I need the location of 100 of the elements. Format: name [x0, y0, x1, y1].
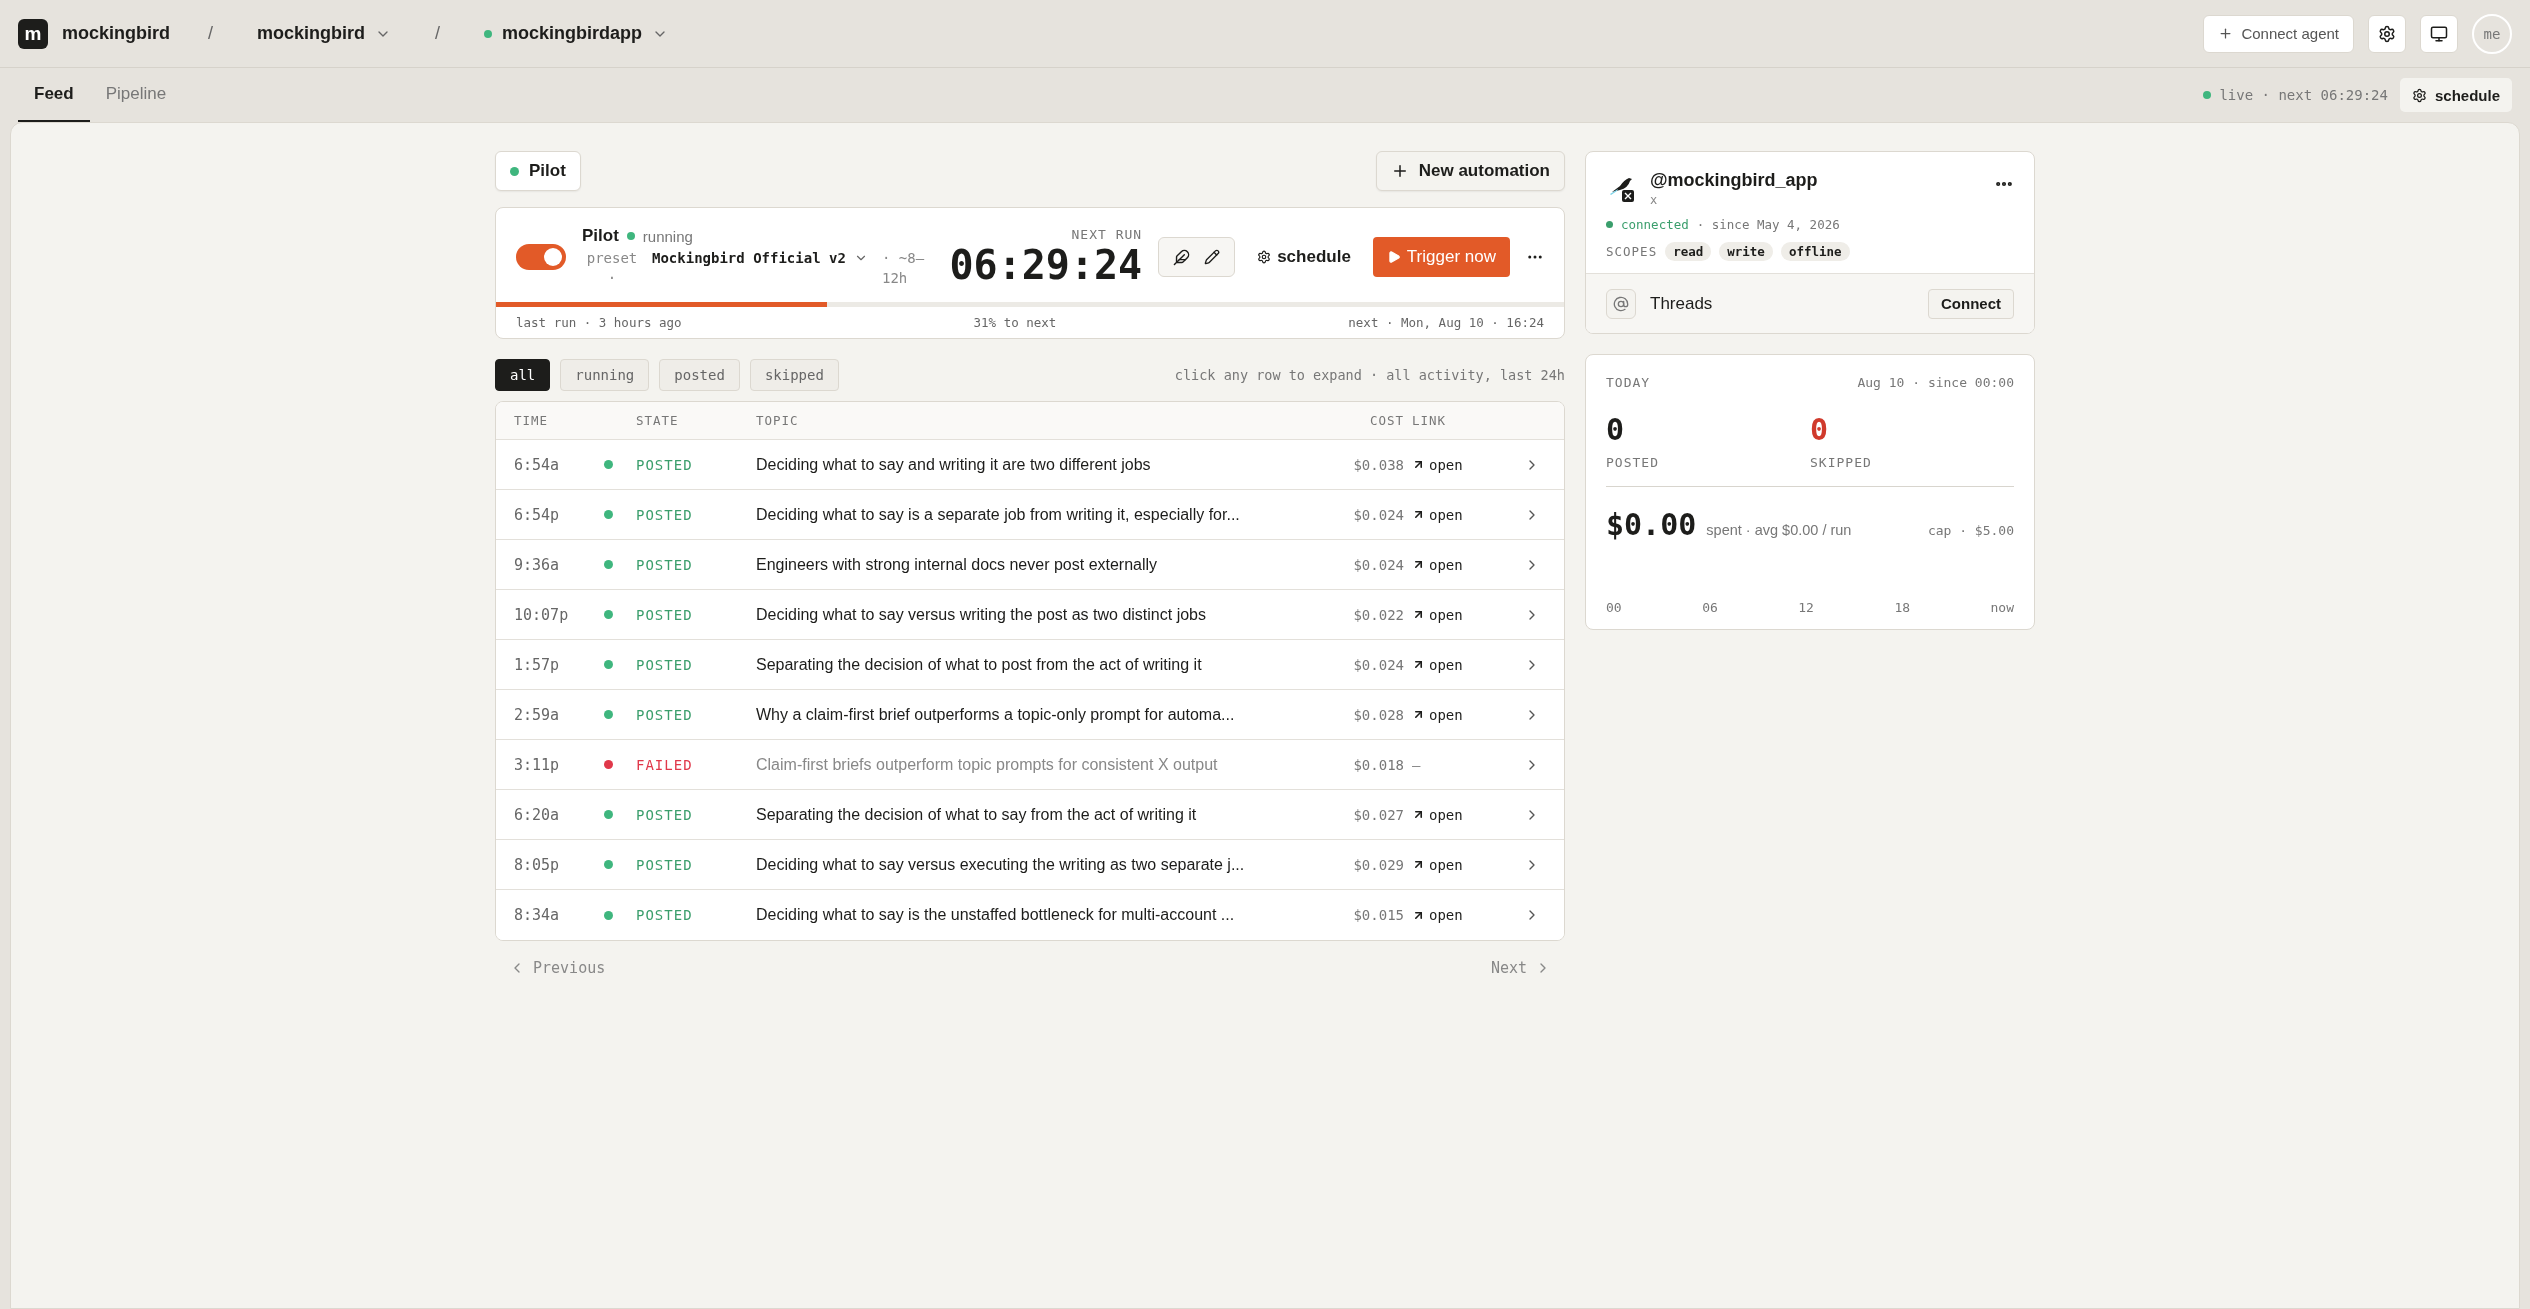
- monitor-icon: [2430, 24, 2448, 43]
- time-cell-text: 10:07p: [514, 605, 570, 624]
- app-logo[interactable]: m: [18, 18, 48, 49]
- topic-cell[interactable]: Deciding what to say versus writing the post as two distinct jobs: [756, 605, 1330, 624]
- state-cell-text: POSTED: [636, 606, 694, 623]
- network-label: x: [1650, 193, 1659, 207]
- connect-agent-button[interactable]: Connect agent: [2203, 14, 2354, 53]
- time-cell-text: 3:11p: [514, 755, 561, 774]
- state-cell-text: POSTED: [636, 856, 694, 873]
- interval-text: · ~8–12h: [882, 249, 926, 288]
- cost-cell: $0.028: [1353, 706, 1404, 723]
- axis-label: 18: [1894, 600, 1911, 615]
- filter-chip[interactable]: running: [560, 359, 650, 391]
- preset-selector[interactable]: Mockingbird Official v2: [652, 248, 872, 268]
- scope-tag: read: [1665, 242, 1712, 261]
- time-cell-text: 6:20a: [514, 805, 561, 824]
- play-icon: [1386, 250, 1401, 264]
- cost-cell: $0.024: [1353, 656, 1404, 673]
- open-link[interactable]: open: [1412, 606, 1463, 623]
- topic-cell[interactable]: Separating the decision of what to say from the act of writing it: [756, 805, 1330, 824]
- topic-cell[interactable]: Engineers with strong internal docs never post externally: [756, 555, 1330, 574]
- filter-chip[interactable]: posted: [659, 359, 740, 391]
- open-link[interactable]: open: [1412, 556, 1463, 573]
- cost-cell: $0.015: [1353, 907, 1404, 923]
- open-link[interactable]: open: [1412, 456, 1463, 473]
- topic-cell[interactable]: Why a claim-first brief outperforms a topic-only prompt for automa...: [756, 705, 1330, 724]
- column-header: TOPIC: [756, 413, 800, 428]
- filter-chip[interactable]: skipped: [749, 359, 839, 391]
- org-selector[interactable]: mockingbird: [251, 23, 398, 44]
- state-cell-text: POSTED: [636, 806, 694, 823]
- next-run-label: NEXT RUN: [1071, 226, 1143, 242]
- last-run-text: last run · 3 hours ago: [516, 315, 682, 330]
- breadcrumb-separator: /: [435, 23, 441, 44]
- open-link[interactable]: open: [1412, 706, 1463, 723]
- axis-label: 00: [1606, 600, 1622, 615]
- arrow-up-right-icon: [1412, 508, 1425, 521]
- time-cell-text: 2:59a: [514, 705, 561, 724]
- scope-tag: offline: [1780, 242, 1850, 261]
- schedule-button[interactable]: schedule: [2399, 78, 2512, 112]
- axis-label: 12: [1798, 600, 1814, 615]
- connected-since: · since May 4, 2026: [1696, 217, 1840, 232]
- feather-icon[interactable]: [1173, 248, 1191, 266]
- time-cell-text: 6:54a: [514, 455, 561, 474]
- column-header: STATE: [636, 413, 680, 428]
- edit-icon[interactable]: [1204, 249, 1221, 265]
- axis-label: now: [1990, 600, 2014, 615]
- nav-tab[interactable]: Pipeline: [89, 68, 183, 122]
- cost-cell: $0.027: [1353, 806, 1404, 823]
- cost-cell: $0.022: [1353, 606, 1404, 623]
- open-link[interactable]: open: [1412, 656, 1463, 673]
- time-cell-text: 9:36a: [514, 555, 561, 574]
- time-cell-text: 1:57p: [514, 655, 561, 674]
- topic-cell[interactable]: Claim-first briefs outperform topic prompts for consistent X output: [756, 755, 1330, 774]
- automation-status: running: [642, 227, 693, 245]
- automation-name: Pilot: [582, 226, 619, 246]
- state-cell-text: POSTED: [636, 456, 694, 473]
- topic-cell[interactable]: Deciding what to say and writing it are two different jobs: [756, 455, 1330, 474]
- topic-cell[interactable]: Deciding what to say is a separate job from writing it, especially for...: [756, 505, 1330, 524]
- open-link[interactable]: open: [1412, 506, 1463, 523]
- automation-toggle[interactable]: [516, 244, 566, 270]
- progress-text: 31% to next: [973, 315, 1057, 330]
- state-dot: [604, 910, 613, 920]
- topic-cell[interactable]: Separating the decision of what to post from the act of writing it: [756, 655, 1330, 674]
- today-label: TODAY: [1606, 375, 1651, 390]
- new-automation-button[interactable]: New automation: [1375, 151, 1565, 191]
- state-dot: [604, 660, 613, 669]
- arrow-up-right-icon: [1412, 458, 1425, 471]
- automation-chip[interactable]: Pilot: [495, 151, 581, 191]
- user-avatar[interactable]: me: [2472, 13, 2512, 54]
- open-link[interactable]: open: [1412, 806, 1463, 823]
- arrow-up-right-icon: [1412, 858, 1425, 871]
- project-selector[interactable]: mockingbirdapp: [478, 23, 675, 44]
- settings-icon: [2378, 24, 2396, 43]
- automation-schedule-button[interactable]: schedule: [1251, 247, 1357, 267]
- settings-button[interactable]: [2368, 14, 2406, 53]
- state-dot: [604, 810, 613, 819]
- filter-chip[interactable]: all: [495, 359, 551, 391]
- open-link[interactable]: open: [1412, 907, 1463, 923]
- today-range: Aug 10 · since 00:00: [1857, 375, 2014, 390]
- monitor-button[interactable]: [2420, 14, 2458, 53]
- at-sign-icon: [1613, 295, 1629, 312]
- arrow-up-right-icon: [1412, 808, 1425, 821]
- next-run-countdown: 06:29:24: [949, 241, 1143, 288]
- topic-cell[interactable]: Deciding what to say versus executing the writing as two separate j...: [756, 855, 1330, 874]
- trigger-now-button[interactable]: Trigger now: [1372, 237, 1510, 277]
- account-handle: @mockingbird_app: [1650, 170, 1819, 191]
- connect-button[interactable]: Connect: [1928, 288, 2014, 319]
- next-run-text: next · Mon, Aug 10 · 16:24: [1348, 315, 1544, 330]
- arrow-up-right-icon: [1412, 608, 1425, 621]
- settings-icon: [1257, 250, 1272, 264]
- arrow-up-right-icon: [1412, 708, 1425, 721]
- filter-hint: click any row to expand · all activity, last 24h: [1174, 367, 1565, 383]
- state-cell-text: POSTED: [636, 706, 694, 723]
- axis-label: 06: [1702, 600, 1718, 615]
- open-link[interactable]: open: [1412, 856, 1463, 873]
- topic-cell[interactable]: Deciding what to say is the unstaffed bottleneck for multi-account ...: [756, 906, 1330, 924]
- plus-icon: [2218, 26, 2234, 41]
- state-dot: [604, 760, 613, 769]
- cost-cell: $0.024: [1353, 506, 1404, 523]
- state-dot: [604, 460, 613, 469]
